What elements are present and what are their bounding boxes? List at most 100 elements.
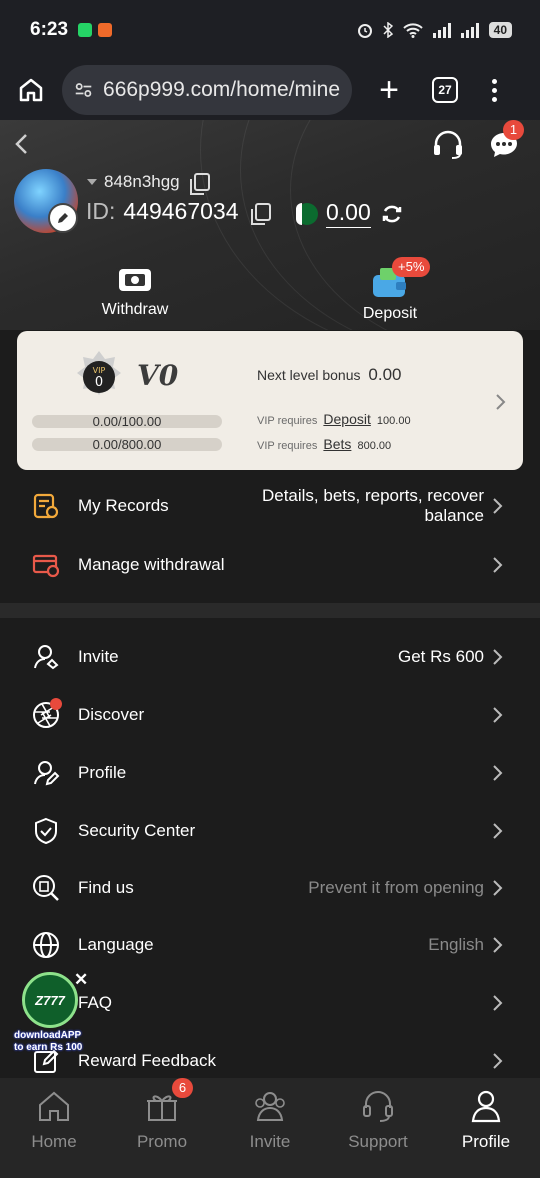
menu-row-find-us[interactable]: Find us Prevent it from opening (0, 859, 540, 916)
signal-icon (432, 22, 451, 38)
menu-value-line2: balance (424, 506, 484, 525)
message-count-badge: 1 (503, 120, 524, 140)
new-tab-button[interactable]: + (374, 73, 404, 107)
chevron-right-icon (493, 1052, 503, 1069)
chevron-right-icon (493, 822, 503, 839)
section-divider (0, 603, 540, 618)
nav-label: Promo (136, 1132, 188, 1151)
alarm-icon (357, 24, 372, 38)
menu-label: Invite (78, 646, 119, 666)
status-time: 6:23 (30, 19, 69, 40)
deposit-bonus-badge: +5% (392, 257, 431, 277)
deposit-label: Deposit (362, 305, 418, 322)
message-button[interactable]: 1 (489, 120, 524, 162)
chevron-right-icon (493, 556, 503, 573)
bottom-navigation: Home Promo 6 Invite Support Profile (0, 1078, 540, 1178)
browser-menu-button[interactable] (492, 78, 497, 102)
headset-icon (363, 1091, 393, 1122)
menu-label: Security Center (78, 820, 196, 840)
menu-row-manage-withdrawal[interactable]: Manage withdrawal (0, 536, 540, 593)
user-id-row: ID: 449467034 (86, 198, 271, 225)
z777-logo: Z777 (22, 972, 78, 1028)
req-prefix-2: VIP requires (257, 440, 318, 452)
id-label: ID: (86, 198, 116, 224)
chevron-right-icon (493, 498, 503, 514)
menu-value-line1: Details, bets, reports, recover (261, 486, 484, 505)
copy-username-icon[interactable] (189, 173, 210, 195)
promo-count-badge: 6 (172, 1078, 193, 1098)
bets-link[interactable]: Bets (323, 436, 351, 452)
nav-invite[interactable]: Invite (220, 1088, 320, 1152)
chevron-right-icon (493, 994, 503, 1011)
url-bar[interactable]: 666p999.com/home/mine (62, 65, 352, 115)
vip-card[interactable]: VIP 0 V0 0.00/100.00 0.00/800.00 Next le… (17, 331, 523, 470)
menu-label: Profile (78, 762, 127, 782)
menu-value: English (428, 934, 484, 954)
back-arrow-icon[interactable] (12, 132, 32, 156)
browser-toolbar: 666p999.com/home/mine + 27 (0, 60, 540, 120)
customer-service-icon[interactable] (432, 130, 464, 160)
menu-label: Language (78, 934, 154, 954)
username-row: 848n3hgg (86, 172, 210, 195)
nav-home[interactable]: Home (4, 1088, 104, 1152)
nav-profile[interactable]: Profile (436, 1088, 536, 1152)
deposit-link[interactable]: Deposit (323, 411, 370, 427)
edit-avatar-button[interactable] (48, 203, 78, 233)
balance-row: 0.00 (296, 199, 403, 228)
url-text: 666p999.com/home/mine (103, 78, 340, 101)
nav-support[interactable]: Support (328, 1088, 428, 1152)
shield-check-icon (35, 817, 57, 844)
menu-row-security-center[interactable]: Security Center (0, 802, 540, 859)
menu-row-my-records[interactable]: My Records Details, bets, reports, recov… (0, 478, 540, 534)
withdraw-label: Withdraw (101, 301, 169, 318)
refresh-balance-icon[interactable] (381, 203, 403, 225)
menu-label: Find us (78, 877, 134, 897)
copy-id-icon[interactable] (250, 202, 271, 225)
next-bonus-label: Next level bonus (257, 367, 361, 383)
tab-switcher-button[interactable]: 27 (432, 77, 458, 103)
dropdown-caret-icon (87, 179, 97, 185)
chevron-right-icon (493, 764, 503, 781)
browser-home-button[interactable] (14, 73, 48, 107)
next-level-bonus: Next level bonus 0.00 (257, 365, 402, 385)
close-icon[interactable]: ✕ (74, 970, 88, 990)
chevron-right-icon (496, 394, 506, 410)
withdraw-button[interactable]: Withdraw (85, 265, 185, 319)
records-icon (33, 493, 59, 519)
vip-medal-icon: VIP 0 (77, 351, 121, 395)
whatsapp-icon (78, 23, 93, 37)
menu-row-discover[interactable]: Discover (0, 686, 540, 743)
menu-value: Details, bets, reports, recover balance (262, 486, 484, 526)
promo-line2: to earn Rs 100 (14, 1042, 83, 1053)
home-icon (39, 1091, 69, 1121)
chevron-right-icon (493, 648, 503, 665)
nav-label: Home (31, 1132, 77, 1151)
menu-row-language[interactable]: Language English (0, 916, 540, 973)
download-app-promo[interactable]: Z777 ✕ downloadAPP to earn Rs 100 (14, 970, 102, 1056)
username: 848n3hgg (104, 172, 180, 191)
vip-medal-num: 0 (95, 375, 103, 390)
vip-bets-progress: 0.00/800.00 (32, 438, 222, 451)
user-id: 449467034 (123, 198, 239, 224)
req-prefix: VIP requires (257, 415, 318, 427)
menu-row-profile[interactable]: Profile (0, 744, 540, 801)
profile-icon (471, 1090, 501, 1123)
promo-line1: downloadAPP (14, 1030, 82, 1041)
nav-label: Invite (249, 1132, 291, 1151)
menu-label: My Records (78, 496, 169, 515)
nav-promo[interactable]: Promo 6 (112, 1078, 212, 1152)
balance-value: 0.00 (326, 199, 371, 228)
profile-edit-icon (34, 760, 60, 785)
invite-users-icon (255, 1092, 285, 1121)
wifi-icon (402, 23, 423, 38)
globe-icon (33, 931, 59, 958)
menu-row-invite[interactable]: Invite Get Rs 600 (0, 628, 540, 685)
deposit-button[interactable]: Deposit +5% (340, 257, 440, 323)
site-settings-icon (75, 83, 92, 97)
nav-label: Support (348, 1132, 408, 1151)
chevron-right-icon (493, 706, 503, 723)
menu-label: Manage withdrawal (78, 554, 225, 574)
vip-bets-requirement: VIP requires Bets 800.00 (257, 436, 391, 452)
vip-level: V0 (137, 359, 179, 392)
card-settings-icon (32, 554, 60, 577)
